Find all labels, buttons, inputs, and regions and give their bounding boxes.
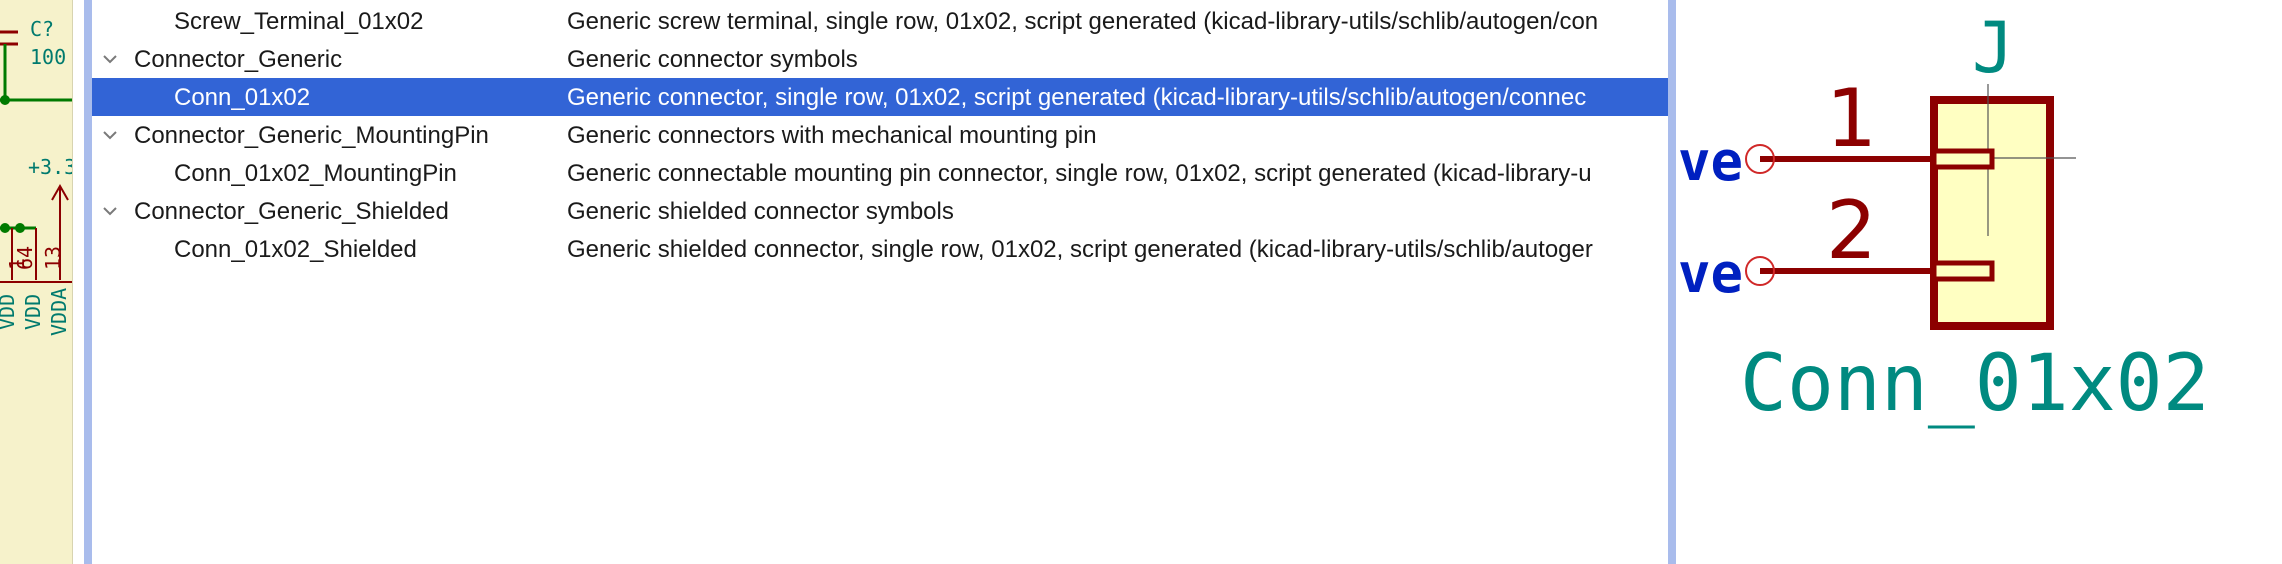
pin-number-64: 64	[13, 246, 37, 270]
tree-item-conn-01x02-shielded[interactable]: Conn_01x02_Shielded Generic shielded con…	[92, 230, 1668, 268]
symbol-body	[1930, 96, 2054, 330]
library-description: Generic shielded connector symbols	[567, 198, 954, 225]
symbol-description: Generic screw terminal, single row, 01x0…	[567, 8, 1599, 35]
pin-name-vdd-1: VDD	[0, 294, 19, 330]
connector-symbol-preview: J 1 ve 2 ve Conn_01x02	[1678, 7, 2210, 429]
symbol-description: Generic shielded connector, single row, …	[567, 236, 1593, 263]
symbol-description: Generic connectable mounting pin connect…	[567, 160, 1592, 187]
pin-1-number: 1	[1826, 72, 1877, 165]
symbol-name: Screw_Terminal_01x02	[174, 8, 424, 35]
pin-2-number: 2	[1826, 184, 1877, 277]
pin-name-vdda: VDDA	[47, 288, 71, 336]
junction-dot	[0, 95, 10, 105]
symbol-reference: J	[1972, 7, 2014, 89]
library-name: Connector_Generic	[134, 46, 343, 73]
chevron-down-icon[interactable]	[98, 199, 122, 223]
tree-item-conn-01x02[interactable]: Conn_01x02 Generic connector, single row…	[92, 78, 1668, 116]
symbol-description: Generic connector, single row, 01x02, sc…	[567, 84, 1587, 111]
panel-splitter-right[interactable]	[1668, 0, 1676, 564]
pin-number-13: 13	[41, 246, 65, 270]
panel-splitter-left[interactable]	[84, 0, 92, 564]
library-name: Connector_Generic_Shielded	[134, 198, 449, 225]
library-description: Generic connector symbols	[567, 46, 858, 73]
net-label-pin-2: ve	[1678, 242, 1743, 305]
tree-group-connector-generic[interactable]: Connector_Generic Generic connector symb…	[92, 40, 1668, 78]
tree-group-connector-generic-shielded[interactable]: Connector_Generic_Shielded Generic shiel…	[92, 192, 1668, 230]
symbol-value: Conn_01x02	[1740, 339, 2210, 429]
tree-item-conn-01x02-mountingpin[interactable]: Conn_01x02_MountingPin Generic connectab…	[92, 154, 1668, 192]
library-name: Connector_Generic_MountingPin	[134, 122, 489, 149]
symbol-name: Conn_01x02_Shielded	[174, 236, 417, 263]
net-label-pin-1: ve	[1678, 130, 1743, 193]
cap-reference: C?	[30, 17, 54, 41]
symbol-name: Conn_01x02_MountingPin	[174, 160, 457, 187]
schematic-canvas[interactable]: C? 100 +3.3 1 64 13 VDD VDD VDDA	[0, 0, 73, 564]
symbol-library-tree[interactable]: Screw_Terminal_01x02 Generic screw termi…	[92, 0, 1668, 564]
chevron-down-icon[interactable]	[98, 123, 122, 147]
pin-name-vdd-2: VDD	[21, 294, 45, 330]
power-label: +3.3	[28, 155, 72, 179]
symbol-name: Conn_01x02	[174, 84, 311, 111]
cap-value: 100	[30, 45, 66, 69]
schematic-fragment: C? 100 +3.3 1 64 13 VDD VDD VDDA	[0, 17, 72, 336]
chevron-down-icon[interactable]	[98, 47, 122, 71]
symbol-preview-canvas[interactable]: J 1 ve 2 ve Conn_01x02	[1676, 0, 2282, 564]
tree-group-connector-generic-mountingpin[interactable]: Connector_Generic_MountingPin Generic co…	[92, 116, 1668, 154]
library-description: Generic connectors with mechanical mount…	[567, 122, 1097, 149]
tree-item-screw-terminal-01x02[interactable]: Screw_Terminal_01x02 Generic screw termi…	[92, 2, 1668, 40]
